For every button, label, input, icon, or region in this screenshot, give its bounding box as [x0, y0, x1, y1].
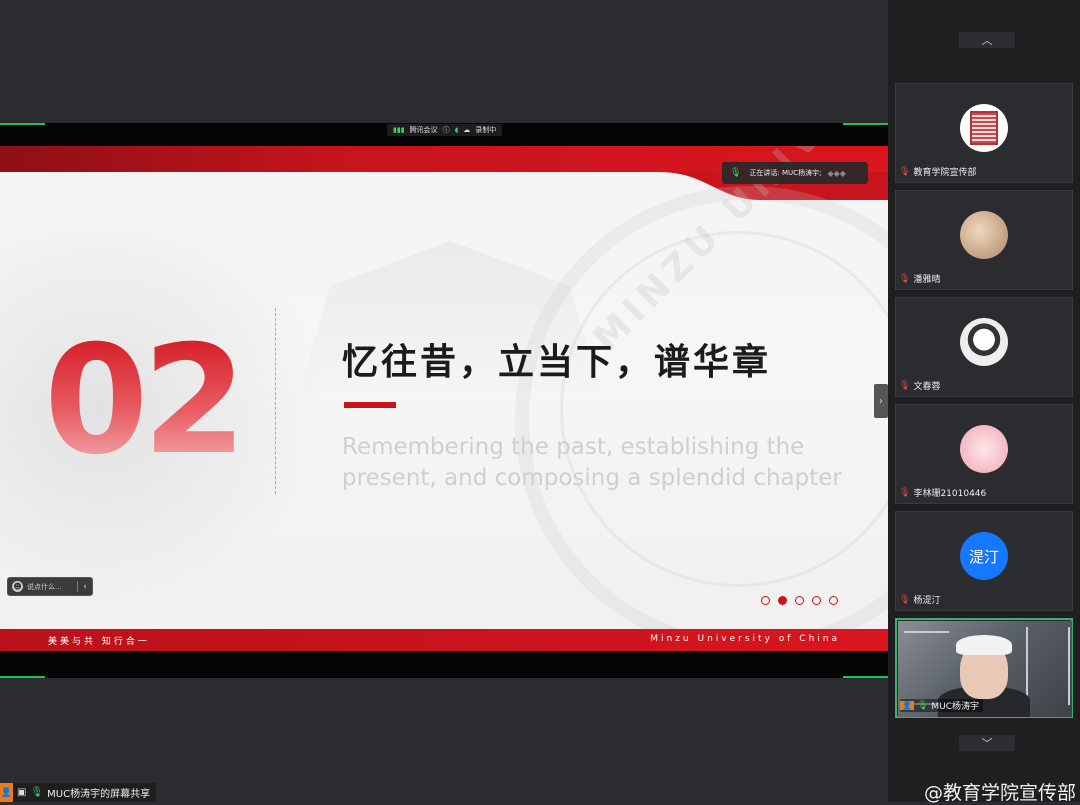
slide-subtitle: Remembering the past, establishing the p…: [342, 434, 842, 491]
chevron-left-icon[interactable]: ‹: [78, 582, 92, 592]
slide-title: 忆往昔，立当下，谱华章: [342, 342, 772, 383]
seal-avatar: [960, 104, 1008, 152]
user-icon: 👤: [0, 783, 13, 802]
pagination-dot[interactable]: [795, 596, 804, 605]
section-number: 02: [44, 314, 247, 488]
chevron-down-icon: ﹀: [981, 737, 993, 750]
participant-name: MUC杨涛宇: [931, 702, 980, 712]
frame-corner: [0, 676, 45, 678]
slide-footer-bar: 美美与共 知行合一 Minzu University of China: [0, 629, 888, 651]
microphone-muted-icon: 🎙: [899, 487, 911, 498]
microphone-icon: ◖: [454, 126, 459, 134]
participant-namebar: 🎙 潘雅晴: [899, 272, 941, 286]
chevron-up-icon: ︿: [981, 34, 993, 47]
pagination-dot[interactable]: [829, 596, 838, 605]
cartoon-avatar: [960, 318, 1008, 366]
pagination-dot[interactable]: [761, 596, 770, 605]
participant-namebar: 🎙 杨湜汀: [899, 593, 941, 607]
scroll-down-button[interactable]: ﹀: [959, 735, 1015, 751]
sidebar-collapse-button[interactable]: ›: [874, 384, 888, 418]
speaking-text: 正在讲话: MUC杨涛宇;: [749, 169, 822, 177]
participant-namebar: 🎙 文春蓉: [899, 379, 941, 393]
scroll-up-button[interactable]: ︿: [959, 32, 1015, 48]
watermark-text: @教育学院宣传部: [924, 782, 1077, 804]
video-person-hat: [956, 635, 1012, 655]
chat-placeholder[interactable]: 说点什么...: [27, 582, 62, 592]
meeting-status-pill[interactable]: ▮▮▮ 腾讯会议 ⓘ ◖ ☁ 录制中: [387, 124, 503, 136]
participant-tile[interactable]: 湜汀 🎙 杨湜汀: [895, 511, 1073, 611]
presentation-slide: MINZU UNIV 02 忆往昔，立当下，谱华章 Remembering th…: [0, 146, 888, 651]
participant-name: 李林珊21010446: [913, 489, 987, 499]
participant-namebar: 🎙 李林珊21010446: [899, 486, 987, 500]
microphone-muted-icon: 🎙: [899, 380, 911, 391]
emoji-icon[interactable]: ☻: [12, 581, 23, 592]
pagination-dot-active[interactable]: [778, 596, 787, 605]
microphone-icon: 🎙: [730, 168, 742, 178]
slide-pagination: [761, 596, 838, 605]
participant-tile[interactable]: 🎙 文春蓉: [895, 297, 1073, 397]
participant-name: 文春蓉: [913, 382, 941, 392]
chevron-right-icon: ›: [879, 395, 883, 407]
title-accent-bar: [344, 402, 396, 408]
speaking-indicator: 🎙 正在讲话: MUC杨涛宇; ◆◆◆: [722, 162, 868, 184]
share-owner-name: MUC杨涛宇的屏幕共享: [47, 789, 151, 800]
participant-tile[interactable]: 🎙 教育学院宣传部: [895, 83, 1073, 183]
rabbit-avatar: [960, 425, 1008, 473]
user-icon: 👤: [900, 701, 914, 710]
participant-tile[interactable]: 🎙 潘雅晴: [895, 190, 1073, 290]
participant-namebar: 🎙 教育学院宣传部: [899, 165, 977, 179]
video-background-ladder: [1026, 627, 1070, 705]
seal-avatar-image: [970, 111, 998, 145]
screen-share-label: 👤 ▣ 🎙 MUC杨涛宇的屏幕共享: [0, 783, 157, 802]
text-avatar: 湜汀: [960, 532, 1008, 580]
shared-screen-area: ▮▮▮ 腾讯会议 ⓘ ◖ ☁ 录制中 MINZU UNIV 02 忆往昔，立当下…: [0, 0, 888, 802]
vertical-divider: [275, 308, 276, 494]
participant-tile[interactable]: 🎙 李林珊21010446: [895, 404, 1073, 504]
microphone-icon: 🎙: [30, 787, 44, 798]
microphone-icon: 🎙: [916, 700, 929, 711]
active-video-tile[interactable]: 👤 🎙 MUC杨涛宇: [895, 618, 1073, 718]
microphone-muted-icon: 🎙: [899, 273, 911, 284]
chat-input[interactable]: ☻ 说点什么... ‹: [7, 577, 93, 596]
cloud-record-icon: ☁: [463, 126, 471, 134]
footer-university: Minzu University of China: [650, 634, 840, 644]
info-icon[interactable]: ⓘ: [443, 125, 450, 135]
footer-motto: 美美与共 知行合一: [48, 637, 150, 647]
signal-icon: ▮▮▮: [393, 126, 405, 134]
microphone-muted-icon: 🎙: [899, 166, 911, 177]
frame-corner: [843, 676, 888, 678]
frame-corner: [0, 123, 45, 125]
recording-status: 录制中: [475, 126, 497, 134]
photo-avatar: [960, 211, 1008, 259]
app-name: 腾讯会议: [409, 126, 438, 134]
participant-namebar: 👤 🎙 MUC杨涛宇: [900, 699, 984, 712]
participant-name: 教育学院宣传部: [913, 168, 977, 178]
screen-share-icon: ▣: [17, 787, 27, 798]
participant-name: 潘雅晴: [913, 275, 941, 285]
frame-corner: [843, 123, 888, 125]
microphone-muted-icon: 🎙: [899, 594, 911, 605]
audio-wave-icon: ◆◆◆: [827, 168, 846, 178]
participant-name: 杨湜汀: [913, 596, 941, 606]
pagination-dot[interactable]: [812, 596, 821, 605]
